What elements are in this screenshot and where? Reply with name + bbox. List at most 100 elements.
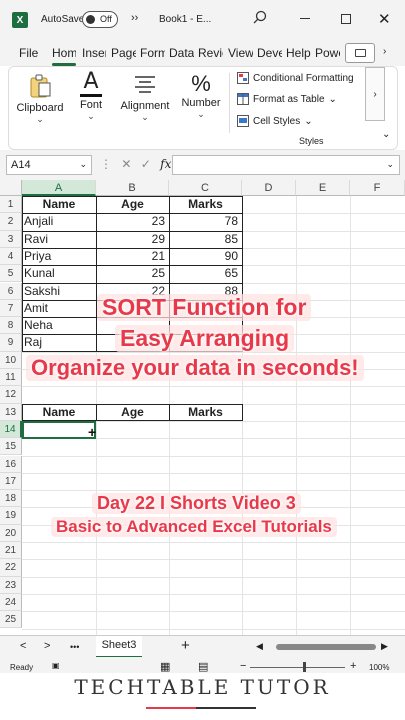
row-header-12[interactable]: 12: [0, 386, 22, 404]
brand-name: TECHTABLE TUTOR: [74, 675, 331, 699]
row-header-10[interactable]: 10: [0, 351, 22, 369]
more-commands-icon[interactable]: ››: [131, 12, 138, 24]
tab-insert[interactable]: Insert: [82, 46, 106, 60]
tab-formulas[interactable]: Formulas: [140, 46, 165, 60]
page-layout-view-icon[interactable]: ▤: [198, 660, 208, 673]
brand-footer: TECHTABLE TUTOR: [0, 673, 405, 720]
conditional-formatting-label: Conditional Formatting: [253, 72, 354, 84]
scroll-left-icon[interactable]: ◀: [256, 641, 263, 652]
zoom-slider-handle[interactable]: [303, 662, 306, 672]
row-header-5[interactable]: 5: [0, 265, 22, 283]
row-header-14[interactable]: 14: [0, 420, 22, 439]
worksheet-grid[interactable]: A B C D E F 1 2 3 4 5 6 7 8 9 10 11 12 13 14 15 16 17 18 19 20 21 2…: [0, 180, 405, 635]
align-center-icon: [135, 76, 155, 93]
row-header-18[interactable]: 18: [0, 490, 22, 508]
tab-view[interactable]: View: [228, 46, 253, 60]
tab-page-layout[interactable]: Page: [111, 46, 136, 60]
column-header-d[interactable]: D: [242, 180, 296, 196]
ribbon-scroll-right-button[interactable]: ›: [365, 67, 385, 121]
next-sheet-icon[interactable]: >: [44, 640, 50, 652]
name-box[interactable]: A14 ⌄: [6, 155, 92, 175]
expand-formula-icon[interactable]: ⌄: [386, 159, 394, 170]
row-header-9[interactable]: 9: [0, 334, 22, 352]
column-header-c[interactable]: C: [169, 180, 242, 196]
accessibility-icon[interactable]: ▣: [52, 661, 60, 670]
minimize-icon[interactable]: [300, 18, 310, 19]
row-header-6[interactable]: 6: [0, 282, 22, 300]
document-title[interactable]: Book1 - E...: [159, 14, 211, 25]
row-header-8[interactable]: 8: [0, 317, 22, 335]
row-header-11[interactable]: 11: [0, 369, 22, 387]
clipboard-icon: [30, 74, 51, 98]
alignment-dropdown-icon: ⌄: [141, 112, 149, 122]
excel-logo-icon: X: [12, 12, 28, 28]
title-bar: X AutoSave Off ›› Book1 - E... ✕: [0, 0, 405, 40]
row-header-17[interactable]: 17: [0, 472, 22, 491]
row-header-24[interactable]: 24: [0, 593, 22, 612]
row-header-25[interactable]: 25: [0, 611, 22, 629]
row-header-13[interactable]: 13: [0, 403, 22, 421]
tab-developer[interactable]: Developer: [257, 46, 282, 60]
tab-home[interactable]: Home: [52, 46, 76, 60]
caption-title-line2: Easy Arranging: [115, 325, 295, 352]
row-header-4[interactable]: 4: [0, 247, 22, 266]
add-sheet-button[interactable]: +: [181, 637, 190, 654]
font-group[interactable]: A Font ⌄: [73, 67, 109, 122]
zoom-slider-track[interactable]: [250, 667, 345, 668]
number-group[interactable]: % Number ⌄: [179, 67, 223, 120]
row-header-19[interactable]: 19: [0, 507, 22, 525]
ribbon-collapse-icon[interactable]: ⌄: [382, 129, 390, 140]
tab-file[interactable]: File: [19, 46, 38, 60]
column-header-a[interactable]: A: [22, 180, 96, 196]
tab-help[interactable]: Help: [286, 46, 311, 60]
row-header-7[interactable]: 7: [0, 299, 22, 318]
cancel-formula-icon[interactable]: ✕: [121, 157, 131, 171]
normal-view-icon[interactable]: ▦: [160, 660, 170, 673]
zoom-in-button[interactable]: +: [350, 660, 356, 672]
horizontal-scrollbar[interactable]: [276, 644, 376, 650]
cell-cursor-icon: +: [88, 423, 97, 440]
alignment-group[interactable]: Alignment ⌄: [119, 67, 171, 123]
cell-styles-button[interactable]: Cell Styles ⌄: [237, 115, 313, 127]
gridline-row: [22, 490, 405, 492]
row-header-20[interactable]: 20: [0, 524, 22, 542]
tab-power[interactable]: Power: [315, 46, 340, 60]
prev-sheet-icon[interactable]: <: [20, 640, 26, 652]
tab-review[interactable]: Review: [198, 46, 223, 60]
select-all-corner[interactable]: [0, 180, 22, 196]
format-as-table-button[interactable]: Format as Table ⌄: [237, 93, 337, 105]
name-box-dropdown-icon[interactable]: ⌄: [79, 159, 87, 170]
brand-accent-red: [146, 707, 196, 709]
scroll-right-icon[interactable]: ▶: [381, 641, 388, 652]
alignment-label: Alignment: [120, 100, 170, 112]
comments-button[interactable]: [345, 43, 375, 63]
more-sheets-icon[interactable]: •••: [70, 642, 79, 652]
row-header-3[interactable]: 3: [0, 230, 22, 248]
row-header-1[interactable]: 1: [0, 196, 22, 214]
maximize-icon[interactable]: [341, 14, 351, 24]
close-icon[interactable]: ✕: [378, 10, 391, 28]
row-header-2[interactable]: 2: [0, 213, 22, 231]
insert-function-icon[interactable]: fx: [160, 157, 171, 171]
active-cell-a14[interactable]: [22, 420, 96, 439]
row-header-21[interactable]: 21: [0, 542, 22, 560]
tab-data[interactable]: Data: [169, 46, 194, 60]
column-header-f[interactable]: F: [350, 180, 405, 196]
share-chevron-icon[interactable]: ›: [383, 46, 386, 57]
column-header-b[interactable]: B: [96, 180, 169, 196]
sheet-tab-sheet3[interactable]: Sheet3: [96, 636, 142, 658]
zoom-out-button[interactable]: −: [240, 660, 246, 672]
row-header-15[interactable]: 15: [0, 438, 22, 456]
clipboard-group[interactable]: Clipboard ⌄: [15, 67, 65, 125]
result-table-divider: [96, 403, 97, 421]
autosave-toggle[interactable]: Off: [82, 11, 118, 28]
zoom-level[interactable]: 100%: [369, 663, 389, 672]
row-header-22[interactable]: 22: [0, 559, 22, 577]
enter-formula-icon[interactable]: ✓: [141, 157, 151, 171]
row-header-23[interactable]: 23: [0, 576, 22, 594]
search-icon[interactable]: [253, 10, 267, 24]
formula-input[interactable]: ⌄: [172, 155, 400, 175]
row-header-16[interactable]: 16: [0, 455, 22, 473]
conditional-formatting-button[interactable]: Conditional Formatting: [237, 72, 354, 84]
column-header-e[interactable]: E: [296, 180, 350, 196]
